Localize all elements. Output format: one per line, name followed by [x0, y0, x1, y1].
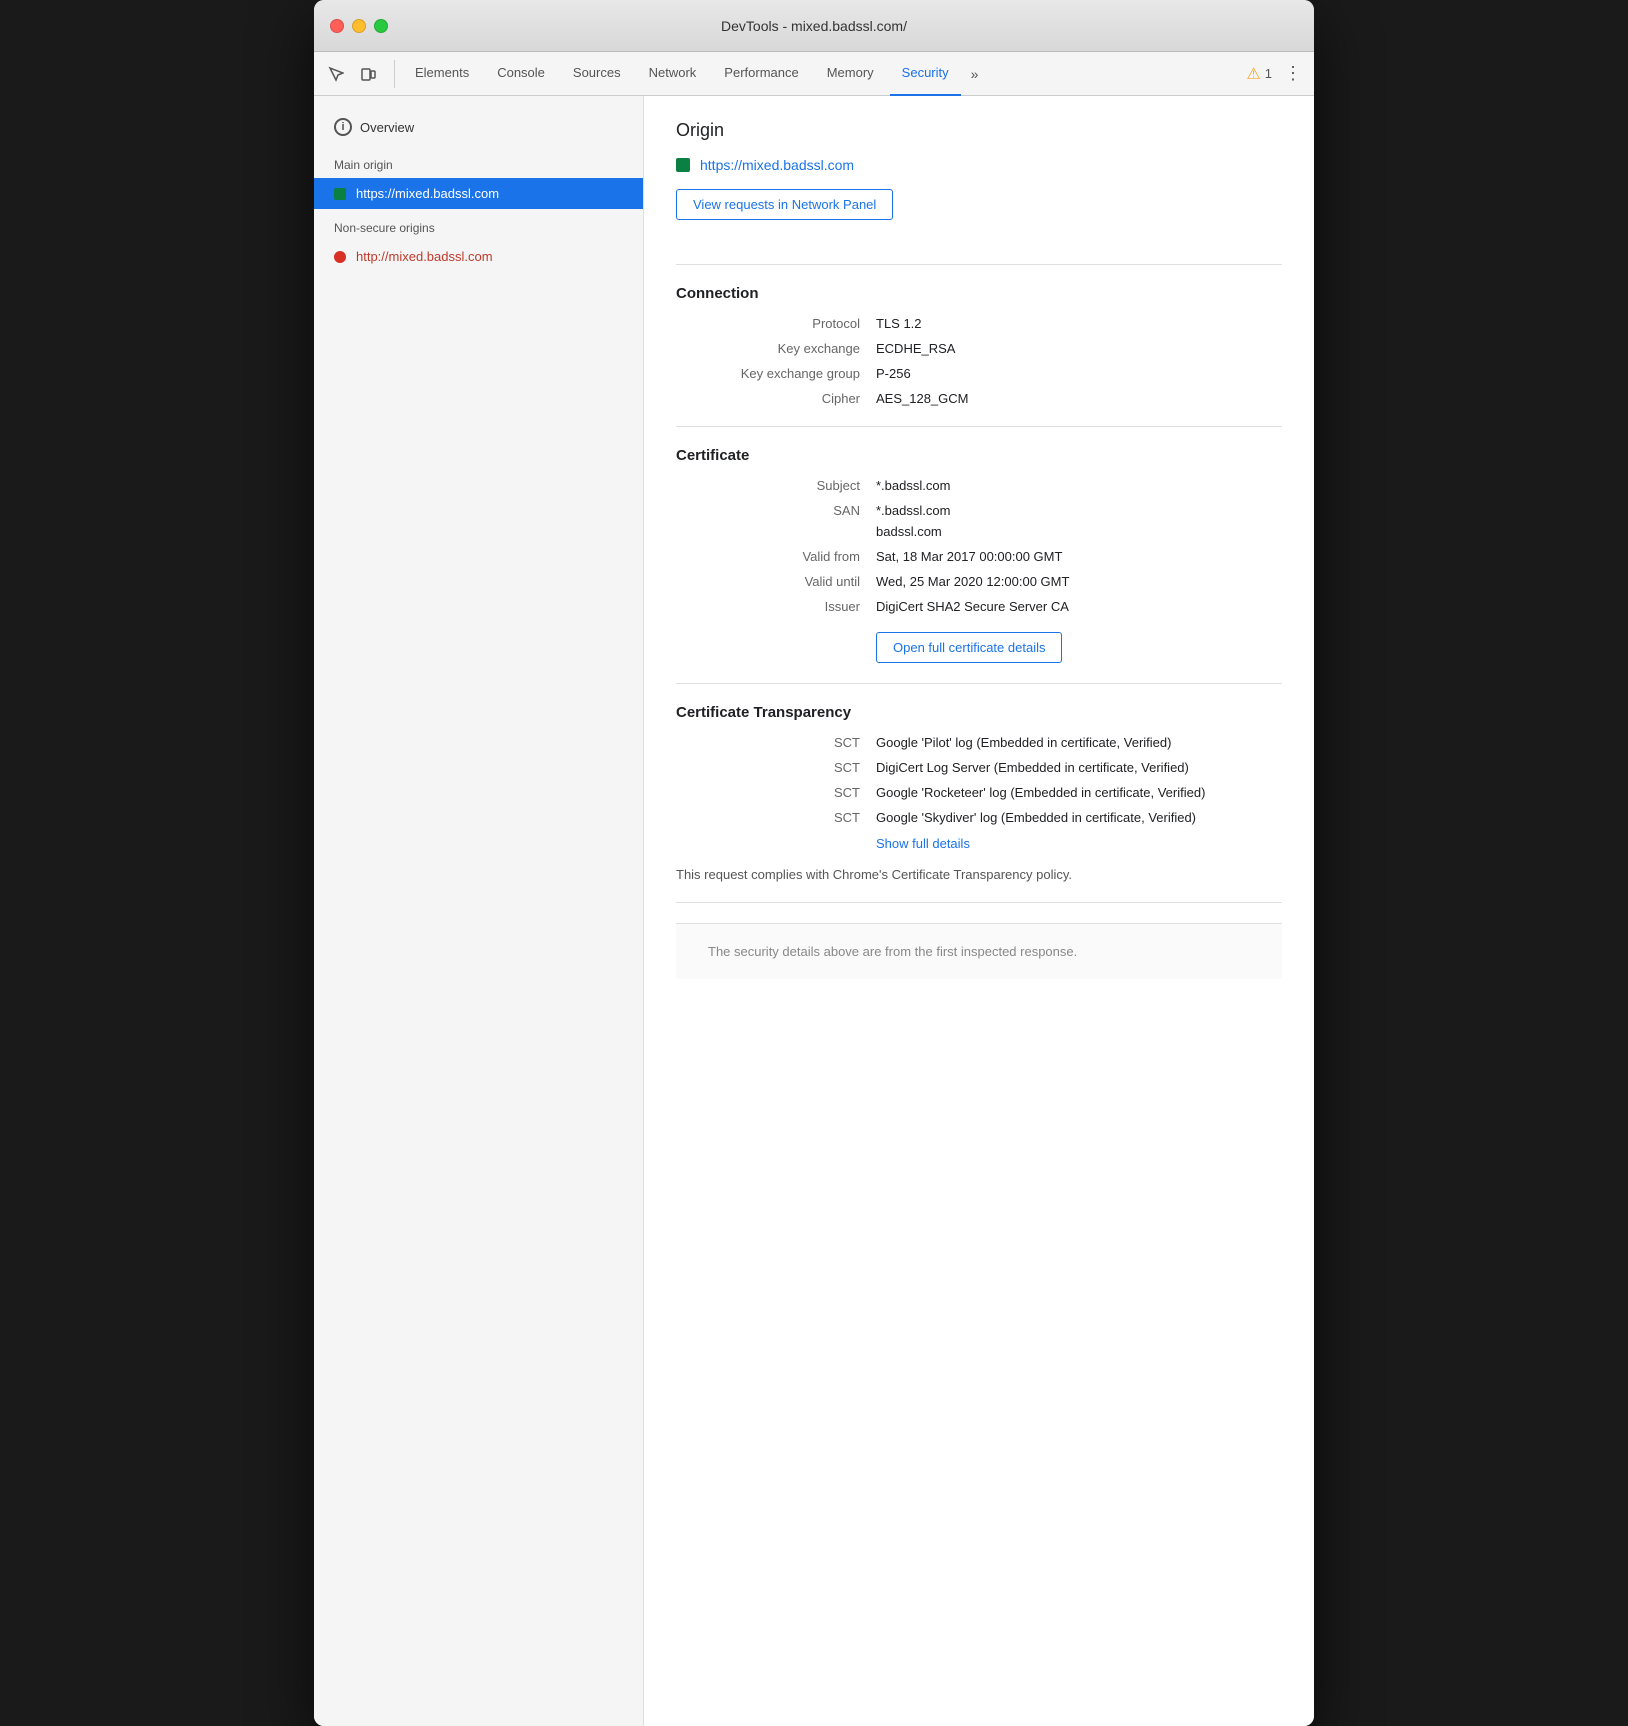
sct-label-1: SCT	[676, 735, 876, 750]
devtools-window: DevTools - mixed.badssl.com/ Elements Co…	[314, 0, 1314, 1726]
san-value-2: badssl.com	[876, 524, 1282, 539]
sidebar-overview[interactable]: i Overview	[314, 108, 643, 146]
sidebar: i Overview Main origin https://mixed.bad…	[314, 96, 644, 1726]
main-origin-url: https://mixed.badssl.com	[356, 186, 499, 201]
sct-row-1: SCT Google 'Pilot' log (Embedded in cert…	[676, 735, 1282, 750]
sct-value-1: Google 'Pilot' log (Embedded in certific…	[876, 735, 1282, 750]
sct-value-2: DigiCert Log Server (Embedded in certifi…	[876, 760, 1282, 775]
divider-2	[676, 426, 1282, 427]
tab-memory[interactable]: Memory	[815, 52, 886, 96]
transparency-title: Certificate Transparency	[676, 704, 1282, 721]
cipher-row: Cipher AES_128_GCM	[676, 391, 1282, 406]
main-origin-label: Main origin	[314, 146, 643, 178]
close-button[interactable]	[330, 19, 344, 33]
key-exchange-row: Key exchange ECDHE_RSA	[676, 341, 1282, 356]
sct-row-2: SCT DigiCert Log Server (Embedded in cer…	[676, 760, 1282, 775]
footer-note: The security details above are from the …	[676, 923, 1282, 979]
valid-from-label: Valid from	[676, 549, 876, 564]
non-secure-origins-label: Non-secure origins	[314, 209, 643, 241]
show-full-details-link[interactable]: Show full details	[876, 836, 970, 851]
valid-until-row: Valid until Wed, 25 Mar 2020 12:00:00 GM…	[676, 574, 1282, 589]
sidebar-item-main-origin[interactable]: https://mixed.badssl.com	[314, 178, 643, 209]
issuer-value: DigiCert SHA2 Secure Server CA	[876, 599, 1282, 614]
san-row: SAN *.badssl.com badssl.com	[676, 503, 1282, 539]
issuer-label: Issuer	[676, 599, 876, 614]
inspect-icon[interactable]	[322, 60, 350, 88]
minimize-button[interactable]	[352, 19, 366, 33]
san-label: SAN	[676, 503, 876, 539]
maximize-button[interactable]	[374, 19, 388, 33]
open-cert-button[interactable]: Open full certificate details	[876, 632, 1062, 663]
content: i Overview Main origin https://mixed.bad…	[314, 96, 1314, 1726]
origin-title: Origin	[676, 120, 1282, 141]
subject-row: Subject *.badssl.com	[676, 478, 1282, 493]
subject-label: Subject	[676, 478, 876, 493]
connection-section: Connection Protocol TLS 1.2 Key exchange…	[676, 285, 1282, 406]
transparency-policy-note: This request complies with Chrome's Cert…	[676, 867, 1282, 882]
tab-network[interactable]: Network	[637, 52, 709, 96]
origin-secure-icon	[676, 158, 690, 172]
valid-until-label: Valid until	[676, 574, 876, 589]
certificate-section: Certificate Subject *.badssl.com SAN *.b…	[676, 447, 1282, 663]
warning-badge[interactable]: ⚠ 1	[1246, 64, 1272, 84]
tab-console[interactable]: Console	[485, 52, 557, 96]
key-exchange-value: ECDHE_RSA	[876, 341, 1282, 356]
sidebar-item-non-secure[interactable]: http://mixed.badssl.com	[314, 241, 643, 272]
valid-from-row: Valid from Sat, 18 Mar 2017 00:00:00 GMT	[676, 549, 1282, 564]
san-values: *.badssl.com badssl.com	[876, 503, 1282, 539]
tab-performance[interactable]: Performance	[712, 52, 810, 96]
more-tabs-button[interactable]: »	[965, 52, 985, 96]
sct-label-2: SCT	[676, 760, 876, 775]
sct-value-3: Google 'Rocketeer' log (Embedded in cert…	[876, 785, 1282, 800]
device-icon[interactable]	[354, 60, 382, 88]
insecure-origin-icon	[334, 251, 346, 263]
toolbar: Elements Console Sources Network Perform…	[314, 52, 1314, 96]
subject-value: *.badssl.com	[876, 478, 1282, 493]
origin-url-link[interactable]: https://mixed.badssl.com	[700, 157, 854, 173]
valid-until-value: Wed, 25 Mar 2020 12:00:00 GMT	[876, 574, 1282, 589]
secure-origin-icon	[334, 188, 346, 200]
protocol-row: Protocol TLS 1.2	[676, 316, 1282, 331]
valid-from-value: Sat, 18 Mar 2017 00:00:00 GMT	[876, 549, 1282, 564]
key-exchange-group-value: P-256	[876, 366, 1282, 381]
warning-icon: ⚠	[1246, 64, 1260, 84]
info-icon: i	[334, 118, 352, 136]
san-value-1: *.badssl.com	[876, 503, 1282, 518]
divider-3	[676, 683, 1282, 684]
titlebar: DevTools - mixed.badssl.com/	[314, 0, 1314, 52]
tab-security[interactable]: Security	[890, 52, 961, 96]
divider-1	[676, 264, 1282, 265]
main-panel: Origin https://mixed.badssl.com View req…	[644, 96, 1314, 1726]
sct-value-4: Google 'Skydiver' log (Embedded in certi…	[876, 810, 1282, 825]
key-exchange-group-label: Key exchange group	[676, 366, 876, 381]
origin-header: https://mixed.badssl.com	[676, 157, 1282, 173]
cipher-value: AES_128_GCM	[876, 391, 1282, 406]
protocol-label: Protocol	[676, 316, 876, 331]
sct-row-3: SCT Google 'Rocketeer' log (Embedded in …	[676, 785, 1282, 800]
sct-label-3: SCT	[676, 785, 876, 800]
menu-button[interactable]: ⋮	[1280, 63, 1306, 84]
connection-title: Connection	[676, 285, 1282, 302]
key-exchange-label: Key exchange	[676, 341, 876, 356]
transparency-section: Certificate Transparency SCT Google 'Pil…	[676, 704, 1282, 882]
traffic-lights	[330, 19, 388, 33]
toolbar-right: ⚠ 1 ⋮	[1246, 63, 1306, 84]
non-secure-url: http://mixed.badssl.com	[356, 249, 493, 264]
sct-label-4: SCT	[676, 810, 876, 825]
window-title: DevTools - mixed.badssl.com/	[330, 18, 1298, 34]
issuer-row: Issuer DigiCert SHA2 Secure Server CA	[676, 599, 1282, 614]
view-requests-button[interactable]: View requests in Network Panel	[676, 189, 893, 220]
tab-elements[interactable]: Elements	[403, 52, 481, 96]
cipher-label: Cipher	[676, 391, 876, 406]
protocol-value: TLS 1.2	[876, 316, 1282, 331]
toolbar-icons	[322, 60, 395, 88]
certificate-title: Certificate	[676, 447, 1282, 464]
tab-sources[interactable]: Sources	[561, 52, 633, 96]
key-exchange-group-row: Key exchange group P-256	[676, 366, 1282, 381]
divider-4	[676, 902, 1282, 903]
sct-row-4: SCT Google 'Skydiver' log (Embedded in c…	[676, 810, 1282, 825]
